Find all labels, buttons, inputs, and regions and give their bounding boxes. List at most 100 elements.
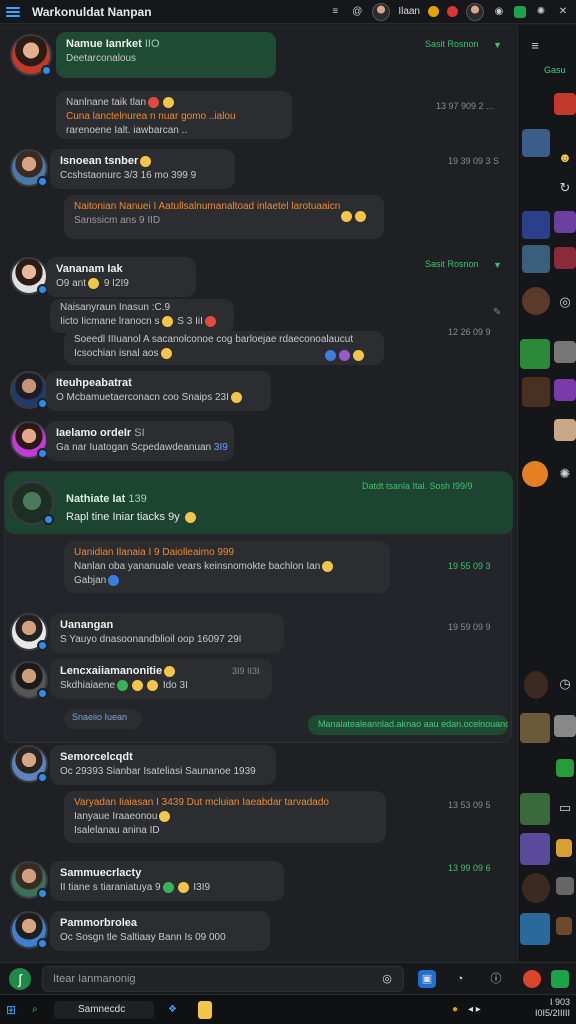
record-icon[interactable] <box>447 6 458 17</box>
camera-icon[interactable]: ◎ <box>378 970 396 988</box>
tray-arrows-icon[interactable]: ◂ ▸ <box>468 1001 481 1019</box>
message-text: O Mcbamuetaerconacn coo Snaips 23I <box>56 392 229 404</box>
app-tile[interactable] <box>520 339 550 369</box>
message-bubble[interactable]: Vananam Iak O9 ant 9 I2I9 <box>46 257 196 297</box>
avatar[interactable] <box>10 149 48 187</box>
message-bubble[interactable]: Naitonian Nanuei I Aatullsalnumanaltoad … <box>64 195 384 239</box>
chat-icon[interactable]: ◎ <box>556 293 574 311</box>
menu-icon[interactable]: ≡ <box>526 37 544 55</box>
app-tile[interactable] <box>554 715 576 737</box>
timestamp: 13 53 09 5 <box>448 800 491 810</box>
chrome-icon[interactable]: ◉ <box>492 5 506 19</box>
gallery-icon[interactable]: ▣ <box>418 970 436 988</box>
green-app-icon[interactable] <box>514 5 526 18</box>
avatar[interactable] <box>10 421 48 459</box>
contact-thumb[interactable] <box>522 211 550 239</box>
contact-thumb[interactable] <box>520 713 550 743</box>
chevron-down-icon[interactable]: ▼ <box>493 260 502 270</box>
app-icon[interactable] <box>522 461 548 487</box>
contact-avatar[interactable] <box>466 2 484 21</box>
message-bubble[interactable]: Uanidian Ilanaia I 9 Daiolleaimo 999 Nan… <box>64 541 390 593</box>
message-bubble[interactable]: Uanangan S Yauyo dnasoonandblioil oop 16… <box>50 613 284 653</box>
reply-chip[interactable]: Snaeiio Iuean <box>64 709 142 729</box>
menu-icon[interactable] <box>6 6 20 17</box>
message-input[interactable]: Itear Ianmanonig <box>42 966 404 992</box>
avatar[interactable] <box>10 661 48 699</box>
timestamp: 12 26 09 9 <box>448 327 491 337</box>
app-tile[interactable] <box>554 211 576 233</box>
info-icon[interactable]: ⓘ <box>487 970 505 988</box>
app-tile[interactable] <box>554 419 576 441</box>
message-bubble[interactable]: Iaelamo ordeIr SI Ga nar Iuatogan Scpeda… <box>46 421 234 461</box>
emoji-icon[interactable]: ☻ <box>556 149 574 167</box>
folder-icon[interactable] <box>198 1001 212 1019</box>
title-bar: Warkonuldat Nanpan ≡ @ Ilaan ◉ ✺ ✕ <box>0 0 576 24</box>
contact-thumb[interactable] <box>520 793 550 825</box>
clock-icon[interactable]: ◷ <box>556 675 574 693</box>
close-icon[interactable]: ✕ <box>556 5 570 19</box>
contact-thumb[interactable] <box>522 129 550 157</box>
app-tile[interactable] <box>556 877 574 895</box>
app-icon[interactable] <box>523 970 541 988</box>
app-tile[interactable] <box>554 341 576 363</box>
message-text: Naitonian Nanuei I Aatullsalnumanaltoad … <box>74 201 341 212</box>
app-tile[interactable] <box>554 247 576 269</box>
add-attachment-button[interactable]: ʃ <box>9 968 31 990</box>
avatar[interactable] <box>10 745 48 783</box>
contact-thumb[interactable] <box>522 287 550 315</box>
chat-area[interactable]: Namue Ianrket IIO Deetarconalous Sasit R… <box>0 25 516 962</box>
message-bubble[interactable]: Sammuecrlacty II tiane s tiaraniatuya 9 … <box>50 861 284 901</box>
message-bubble[interactable]: Nanlnane taik tlan Cuna lanctelnurea n n… <box>56 91 292 139</box>
app-icon[interactable]: ❖ <box>168 1001 177 1019</box>
message-text: Ianyaue Iraaeonou <box>74 811 158 823</box>
start-icon[interactable]: ⊞ <box>6 1001 16 1019</box>
contact-thumb[interactable] <box>522 245 550 273</box>
avatar[interactable] <box>10 861 48 899</box>
taskbar-search[interactable]: Samnecdc <box>54 1001 154 1019</box>
avatar[interactable] <box>10 481 54 525</box>
gear-icon[interactable]: ✺ <box>556 465 574 483</box>
green-pill[interactable]: Manaiatealeannlad.aknao aau edan.ocelnou… <box>308 715 508 735</box>
app-tile[interactable] <box>556 759 574 777</box>
online-badge <box>41 65 52 76</box>
list-icon[interactable]: ≡ <box>328 5 342 19</box>
contact-thumb[interactable] <box>520 833 550 865</box>
window-icon[interactable]: ▭ <box>556 799 574 817</box>
contact-thumb[interactable] <box>520 913 550 945</box>
app-tile[interactable] <box>554 379 576 401</box>
message-bubble[interactable]: Namue Ianrket IIO Deetarconalous <box>56 32 276 78</box>
message-bubble[interactable]: Semorcelcqdt Oc 29393 Sianbar Isateliasi… <box>50 745 276 785</box>
message-text: Ccshstaonurc 3/3 16 mo 399 9 <box>60 170 197 181</box>
gear-icon[interactable]: ✺ <box>534 5 548 19</box>
message-bubble[interactable]: Varyadan Iiaiasan I 3439 Dut mcluian Iae… <box>64 791 386 843</box>
at-icon[interactable]: @ <box>350 5 364 19</box>
status-icon[interactable] <box>428 6 439 17</box>
app-tile[interactable] <box>556 917 572 935</box>
contact-thumb[interactable] <box>522 873 550 903</box>
avatar[interactable] <box>10 257 48 295</box>
avatar[interactable] <box>10 371 48 409</box>
attach-icon[interactable]: ✎ <box>493 307 501 318</box>
contact-thumb[interactable] <box>524 671 548 699</box>
timestamp: 19 55 09 3 <box>448 561 491 571</box>
search-icon[interactable]: ⌕ <box>32 1001 38 1019</box>
avatar[interactable] <box>10 34 52 76</box>
message-bubble[interactable]: Iteuhpeabatrat O Mcbamuetaerconacn coo S… <box>46 371 271 411</box>
avatar[interactable] <box>10 911 48 949</box>
message-bubble[interactable]: Lencxaiiamanonitie Skdhiaiaene Ido 3I <box>50 659 272 699</box>
send-button[interactable] <box>551 970 569 988</box>
app-tile[interactable] <box>554 93 576 115</box>
avatar[interactable] <box>10 613 48 651</box>
clock[interactable]: I 903 I0I5/2IIIII <box>516 997 570 1018</box>
refresh-icon[interactable]: ↻ <box>556 179 574 197</box>
user-avatar[interactable] <box>372 2 391 21</box>
tray-icon[interactable]: ● <box>452 1001 458 1019</box>
chevron-down-icon[interactable]: ▼ <box>493 40 502 50</box>
message-bubble[interactable]: Pammorbrolea Oc Sosgn tle Saltiaay Bann … <box>50 911 270 951</box>
message-bubble[interactable]: Soeedl IIIuanol A sacanolconoe cog barlo… <box>64 331 384 365</box>
message-bubble[interactable]: Naisanyraun Inasun :C.9 Iicto Iicmane lr… <box>50 299 234 333</box>
contact-thumb[interactable] <box>522 377 550 407</box>
timer-icon[interactable]: ◔ <box>451 970 469 988</box>
app-tile[interactable] <box>556 839 572 857</box>
message-bubble[interactable]: Isnoean tsnber Ccshstaonurc 3/3 16 mo 39… <box>50 149 235 189</box>
